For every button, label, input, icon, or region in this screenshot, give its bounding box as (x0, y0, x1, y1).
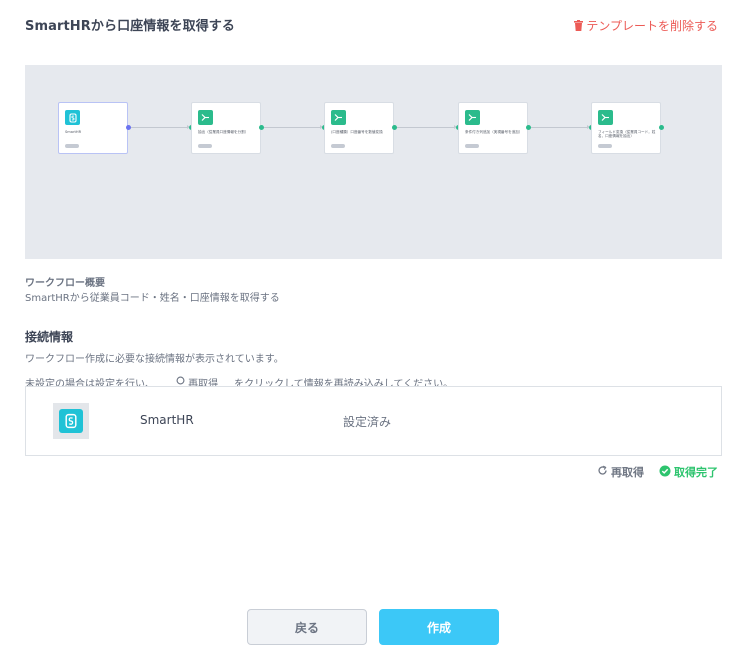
refetch-label: 再取得 (611, 466, 644, 479)
connection-heading: 接続情報 (25, 330, 74, 344)
connector-line (129, 127, 187, 128)
fetch-complete-status: 取得完了 (659, 464, 718, 480)
connector-line (262, 127, 320, 128)
done-label: 取得完了 (674, 466, 718, 479)
overview-text: SmartHRから従業員コード・姓名・口座情報を取得する (25, 293, 280, 304)
connection-description: ワークフロー作成に必要な接続情報が表示されています。 (25, 354, 284, 365)
node-label: 条件付き列追加（実現番号を追加） (465, 130, 523, 134)
node-badge (598, 144, 612, 148)
workflow-node-convert[interactable]: (口座種類）口座番号を数値変換 (324, 102, 394, 154)
service-status: 設定済み (343, 415, 392, 429)
overview-heading: ワークフロー概要 (25, 278, 105, 289)
workflow-node-smarthr[interactable]: SmartHR (58, 102, 128, 154)
connection-card: SmartHR 設定済み (25, 386, 722, 456)
process-icon (598, 110, 613, 125)
node-label: SmartHR (65, 130, 82, 134)
node-badge (65, 144, 79, 148)
delete-template-label: テンプレートを削除する (586, 19, 718, 33)
trash-icon (574, 20, 584, 31)
smarthr-logo-icon (53, 403, 89, 439)
node-label: (口座種類）口座番号を数値変換 (331, 130, 383, 134)
process-icon (198, 110, 213, 125)
node-badge (331, 144, 345, 148)
back-button[interactable]: 戻る (247, 609, 367, 645)
node-label: フィールド変換（従業員コード，姓名，口座情報を抽出） (598, 130, 656, 139)
create-button[interactable]: 作成 (379, 609, 499, 645)
page-title: SmartHRから口座情報を取得する (25, 19, 235, 34)
node-badge (198, 144, 212, 148)
check-circle-icon (659, 465, 671, 480)
service-name: SmartHR (140, 413, 194, 427)
connector-line (395, 127, 454, 128)
process-icon (331, 110, 346, 125)
workflow-canvas[interactable]: SmartHR 抽出（従業員口座情報を分割） (口座種類）口座番号を数値変換 条… (25, 65, 722, 259)
connector-line (529, 127, 587, 128)
output-port[interactable] (659, 125, 664, 130)
workflow-node-extract[interactable]: 抽出（従業員口座情報を分割） (191, 102, 261, 154)
refresh-icon (597, 465, 608, 479)
output-port[interactable] (126, 125, 131, 130)
delete-template-link[interactable]: テンプレートを削除する (574, 17, 718, 34)
output-port[interactable] (392, 125, 397, 130)
workflow-node-field-convert[interactable]: フィールド変換（従業員コード，姓名，口座情報を抽出） (591, 102, 661, 154)
output-port[interactable] (259, 125, 264, 130)
smarthr-logo-icon (65, 110, 80, 125)
output-port[interactable] (526, 125, 531, 130)
node-badge (465, 144, 479, 148)
node-label: 抽出（従業員口座情報を分割） (198, 130, 249, 134)
refetch-button[interactable]: 再取得 (597, 464, 644, 480)
process-icon (465, 110, 480, 125)
workflow-node-conditional[interactable]: 条件付き列追加（実現番号を追加） (458, 102, 528, 154)
